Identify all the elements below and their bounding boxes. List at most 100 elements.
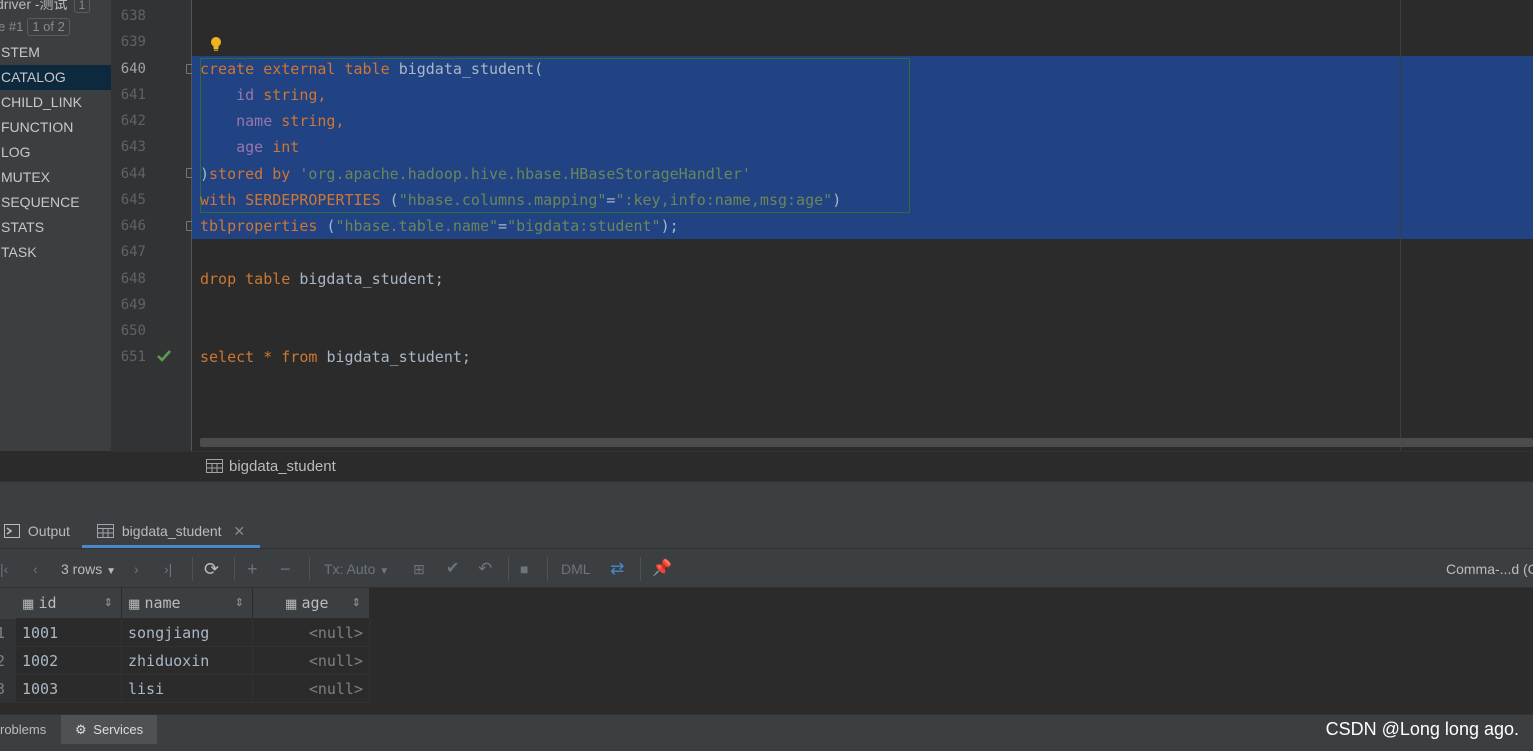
sort-icon[interactable]: ⇕ [235,588,244,619]
toolbar-separator [309,557,310,581]
tree-item-log[interactable]: LOG [0,140,111,165]
type-int: int [272,138,300,156]
column-header-age[interactable]: ▦ age ⇕ [253,588,370,619]
tree-item-stem[interactable]: STEM [0,40,111,65]
tab-services[interactable]: ⚙ Services [61,715,158,745]
tab-bigdata-student-label: bigdata_student [121,523,222,539]
kw-table: table [245,270,291,288]
navigator-title[interactable]: driver -测试 1 [0,0,91,14]
compare-icon[interactable]: ⇄ [610,558,624,580]
add-row-icon[interactable]: + [247,558,258,580]
first-page-icon[interactable]: |‹ [0,558,8,580]
tab-output[interactable]: Output [4,516,70,548]
chevron-down-icon: ▼ [106,566,117,577]
column-header-name[interactable]: ▦ name ⇕ [122,588,253,619]
lightbulb-icon[interactable] [210,36,222,52]
tab-bigdata-student[interactable]: bigdata_student ✕ [82,516,261,548]
row-number-label: 1 [0,624,5,642]
column-header-label: name [144,594,181,612]
cell-id[interactable]: 1003 [16,675,122,703]
line-number: 642 [120,113,146,129]
tab-output-label: Output [27,523,70,539]
kw-external: external [263,60,336,78]
column-header-id[interactable]: ▦ id ⇕ [16,588,122,619]
tree-item-mutex[interactable]: MUTEX [0,165,111,190]
watermark: CSDN @Long long ago. [1325,719,1519,739]
column-icon: ▦ [22,596,35,611]
sort-icon[interactable]: ⇕ [104,588,113,619]
grid-corner [0,588,16,619]
editor-gutter: 638 639 640 641 642 643 644 645 646 647 … [111,0,195,451]
rows-label: 3 rows [61,561,103,577]
kw-serdeproperties: SERDEPROPERTIES [245,191,381,209]
sql-editor[interactable]: create external table bigdata_student( i… [192,0,1533,451]
column-icon: ▦ [285,596,298,611]
next-page-icon[interactable]: › [134,558,139,580]
type-string: string, [263,86,327,104]
results-grid: ▦ id ⇕ ▦ name ⇕ ▦ age ⇕ 1 1001 songjiang… [0,588,1533,714]
navigator-title-count: 1 [73,0,91,13]
navigator-page-indicator[interactable]: 1 of 2 [27,18,70,36]
table-icon [206,459,223,473]
tree-item-stats[interactable]: STATS [0,215,111,240]
cell-name[interactable]: zhiduoxin [122,647,253,675]
tree-item-child-link[interactable]: CHILD_LINK [0,90,111,115]
breadcrumb-label[interactable]: bigdata_student [229,458,336,475]
tree-item-function[interactable]: FUNCTION [0,115,111,140]
line-number: 641 [120,87,146,103]
tree-item-catalog[interactable]: CATALOG [0,65,111,90]
cell-age[interactable]: <null> [253,619,370,647]
tree-item-sequence[interactable]: SEQUENCE [0,190,111,215]
cell-age[interactable]: <null> [253,647,370,675]
toolbar-separator [640,557,641,581]
code-line-642: name string, [200,108,345,134]
tab-problems[interactable]: roblems [0,715,60,745]
kw-select: select [200,348,255,366]
commit-history-icon[interactable]: ⊞ [413,558,425,580]
panel-divider[interactable] [0,481,1533,516]
refresh-icon[interactable]: ⟳ [204,558,219,580]
statement-end: ); [660,217,679,235]
delete-row-icon[interactable]: − [280,558,291,580]
cell-id[interactable]: 1002 [16,647,122,675]
cell-id[interactable]: 1001 [16,619,122,647]
code-line-644: )stored by 'org.apache.hadoop.hive.hbase… [200,161,751,187]
results-tab-bar: Output bigdata_student ✕ [0,516,1533,548]
equals: = [498,217,508,235]
rows-selector[interactable]: 3 rows ▼ [61,558,116,580]
tree-item-task[interactable]: TASK [0,240,111,265]
kw-from: from [281,348,318,366]
close-icon[interactable]: ✕ [233,523,245,539]
row-number[interactable]: 2 [0,647,16,675]
database-navigator: driver -测试 1 e #1 1 of 2 STEM CATALOG CHIL… [0,0,111,451]
pin-icon[interactable]: 📌 [652,558,672,580]
last-page-icon[interactable]: ›| [164,558,172,580]
type-string: string, [281,112,345,130]
transaction-mode-selector[interactable]: Tx: Auto ▼ [324,558,389,580]
horizontal-scrollbar[interactable] [200,438,1533,447]
code-line-640: create external table bigdata_student( [200,56,543,82]
previous-page-icon[interactable]: ‹ [33,558,38,580]
stop-icon[interactable]: ■ [520,558,528,580]
toolbar-separator [547,557,548,581]
cell-name[interactable]: songjiang [122,619,253,647]
row-number[interactable]: 3 [0,675,16,703]
line-number: 650 [120,323,146,339]
tab-services-label: Services [93,722,144,737]
column-id: id [236,86,255,104]
line-number: 644 [120,166,146,182]
dml-button[interactable]: DML [561,558,591,580]
sort-icon[interactable]: ⇕ [352,588,361,619]
cell-name[interactable]: lisi [122,675,253,703]
navigator-tree: STEM CATALOG CHILD_LINK FUNCTION LOG MUT… [0,40,111,265]
code-line-645: with SERDEPROPERTIES ("hbase.columns.map… [200,187,841,213]
row-number[interactable]: 1 [0,619,16,647]
rollback-icon[interactable]: ↶ [478,558,492,580]
mapping-value-string: ":key,info:name,msg:age" [615,191,833,209]
cell-age[interactable]: <null> [253,675,370,703]
extractor-selector[interactable]: Comma-...d (C [1446,558,1533,580]
tab-problems-label: roblems [0,722,47,737]
paren: ) [200,165,210,183]
commit-icon[interactable]: ✔ [446,558,459,580]
mapping-key-string: "hbase.columns.mapping" [398,191,607,209]
